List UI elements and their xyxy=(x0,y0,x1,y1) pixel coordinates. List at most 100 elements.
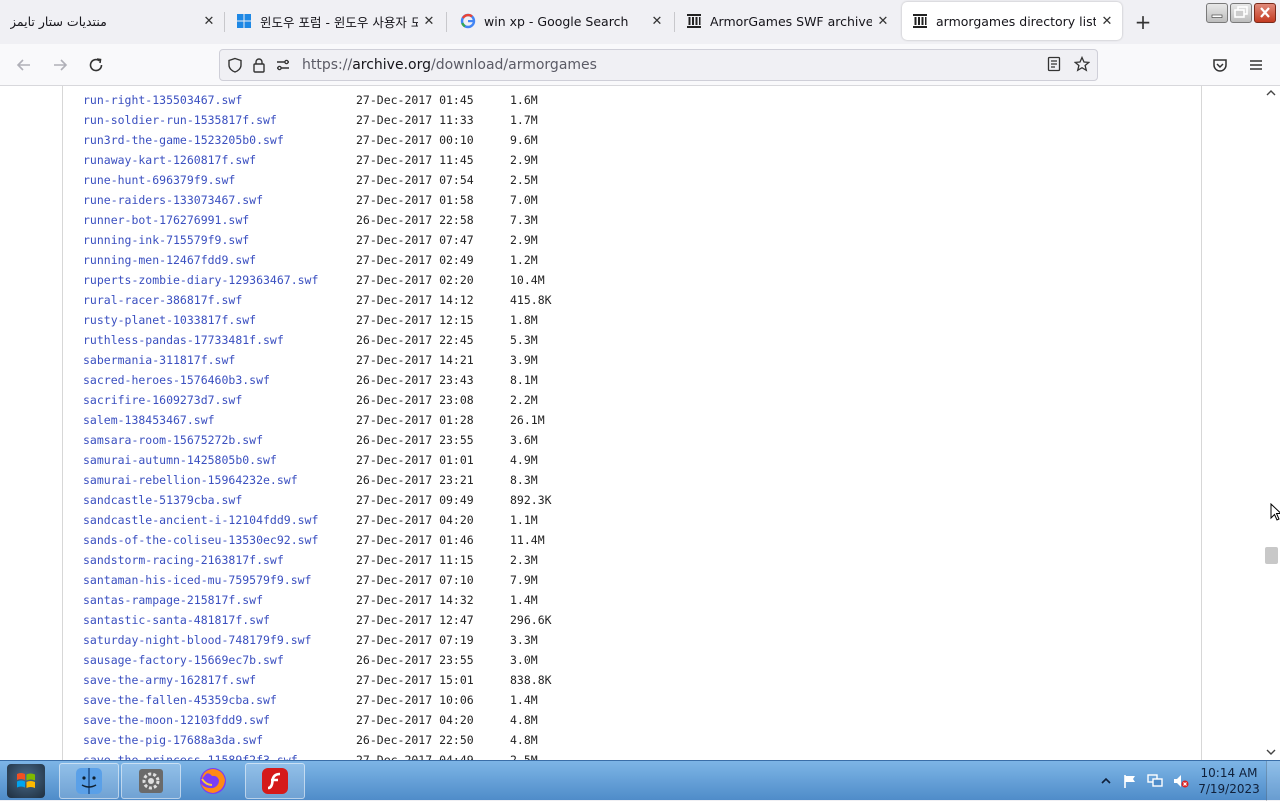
archive-org-icon xyxy=(686,13,702,29)
file-link[interactable]: running-men-12467fdd9.swf xyxy=(83,250,256,270)
file-date: 27-Dec-2017 01:58 xyxy=(356,193,474,207)
taskbar-firefox[interactable] xyxy=(183,763,243,799)
pocket-button[interactable] xyxy=(1208,53,1232,77)
tab-star-times[interactable]: منتديات ستار تايمز ✕ xyxy=(0,2,224,40)
tab-separator xyxy=(446,12,447,32)
permissions-icon[interactable] xyxy=(274,56,292,74)
file-link[interactable]: samsara-room-15675272b.swf xyxy=(83,430,263,450)
file-link[interactable]: save-the-army-162817f.swf xyxy=(83,670,256,690)
back-button[interactable] xyxy=(12,53,36,77)
file-size: 2.9M xyxy=(510,233,538,247)
file-link[interactable]: saturday-night-blood-748179f9.swf xyxy=(83,630,311,650)
vertical-scrollbar[interactable] xyxy=(1262,86,1280,760)
chevron-up-icon[interactable] xyxy=(1100,775,1112,787)
file-link[interactable]: running-ink-715579f9.swf xyxy=(83,230,249,250)
file-link[interactable]: sacrifire-1609273d7.swf xyxy=(83,390,242,410)
scroll-down-icon[interactable] xyxy=(1266,747,1276,757)
file-date: 26-Dec-2017 22:50 xyxy=(356,733,474,747)
arrow-left-icon xyxy=(16,59,30,71)
taskbar-control-panel[interactable] xyxy=(121,763,181,799)
file-size: 11.4M xyxy=(510,533,545,547)
file-date: 27-Dec-2017 01:45 xyxy=(356,93,474,107)
network-icon[interactable] xyxy=(1146,773,1164,789)
file-date: 27-Dec-2017 11:33 xyxy=(356,113,474,127)
taskbar-finder[interactable] xyxy=(59,763,119,799)
file-link[interactable]: save-the-moon-12103fdd9.swf xyxy=(83,710,270,730)
pocket-icon xyxy=(1213,59,1227,72)
file-link[interactable]: rural-racer-386817f.swf xyxy=(83,290,242,310)
url-text: https://archive.org/download/armorgames xyxy=(302,57,597,73)
restore-button[interactable] xyxy=(1230,3,1252,23)
file-link[interactable]: sacred-heroes-1576460b3.swf xyxy=(83,370,270,390)
file-date: 27-Dec-2017 00:10 xyxy=(356,133,474,147)
file-link[interactable]: sands-of-the-coliseu-13530ec92.swf xyxy=(83,530,318,550)
tab-directory-listing[interactable]: armorgames directory listing ✕ xyxy=(902,2,1122,40)
file-link[interactable]: salem-138453467.swf xyxy=(83,410,215,430)
file-link[interactable]: samurai-rebellion-15964232e.swf xyxy=(83,470,298,490)
file-size: 1.1M xyxy=(510,513,538,527)
taskbar-flash-player[interactable] xyxy=(245,763,305,799)
file-link[interactable]: santas-rampage-215817f.swf xyxy=(83,590,263,610)
file-link[interactable]: ruthless-pandas-17733481f.swf xyxy=(83,330,284,350)
file-link[interactable]: run-right-135503467.swf xyxy=(83,90,242,110)
close-window-button[interactable] xyxy=(1254,3,1276,23)
file-size: 4.9M xyxy=(510,453,538,467)
file-date: 27-Dec-2017 04:20 xyxy=(356,513,474,527)
file-link[interactable]: santaman-his-iced-mu-759579f9.swf xyxy=(83,570,311,590)
tab-google-search[interactable]: win xp - Google Search ✕ xyxy=(450,2,672,40)
file-size: 1.8M xyxy=(510,313,538,327)
file-date: 26-Dec-2017 23:08 xyxy=(356,393,474,407)
file-size: 3.3M xyxy=(510,633,538,647)
bookmark-star-icon[interactable] xyxy=(1073,55,1092,74)
file-link[interactable]: run3rd-the-game-1523205b0.swf xyxy=(83,130,284,150)
scroll-up-icon[interactable] xyxy=(1266,88,1276,98)
tab-windows-forum[interactable]: 윈도우 포럼 - 윈도우 사용자 모임 ✕ xyxy=(226,2,444,40)
menu-button[interactable] xyxy=(1244,53,1268,77)
file-link[interactable]: save-the-fallen-45359cba.swf xyxy=(83,690,277,710)
close-icon[interactable]: ✕ xyxy=(872,10,894,32)
file-link[interactable]: runaway-kart-1260817f.swf xyxy=(83,150,256,170)
navigation-toolbar: https://archive.org/download/armorgames xyxy=(0,44,1280,86)
file-link[interactable]: sandcastle-51379cba.swf xyxy=(83,490,242,510)
start-button[interactable] xyxy=(7,764,45,798)
close-icon[interactable]: ✕ xyxy=(198,10,220,32)
file-size: 3.6M xyxy=(510,433,538,447)
file-link[interactable]: sausage-factory-15669ec7b.swf xyxy=(83,650,284,670)
file-link[interactable]: runner-bot-176276991.swf xyxy=(83,210,249,230)
tab-armorgames-archive[interactable]: ArmorGames SWF archive : Free ✕ xyxy=(676,2,898,40)
close-icon[interactable]: ✕ xyxy=(646,10,668,32)
file-date: 26-Dec-2017 22:45 xyxy=(356,333,474,347)
forward-button[interactable] xyxy=(48,53,72,77)
file-link[interactable]: sandcastle-ancient-i-12104fdd9.swf xyxy=(83,510,318,530)
file-link[interactable]: sandstorm-racing-2163817f.swf xyxy=(83,550,284,570)
address-bar[interactable]: https://archive.org/download/armorgames xyxy=(219,49,1098,81)
show-desktop-button[interactable] xyxy=(1266,761,1280,801)
volume-muted-icon[interactable] xyxy=(1172,773,1190,789)
file-link[interactable]: rune-raiders-133073467.swf xyxy=(83,190,263,210)
reload-button[interactable] xyxy=(84,53,108,77)
minimize-button[interactable] xyxy=(1206,3,1228,23)
file-link[interactable]: ruperts-zombie-diary-129363467.swf xyxy=(83,270,318,290)
taskbar-clock[interactable]: 10:14 AM 7/19/2023 xyxy=(1196,765,1262,797)
new-tab-button[interactable]: + xyxy=(1132,10,1154,34)
scroll-thumb[interactable] xyxy=(1265,547,1278,564)
action-center-flag-icon[interactable] xyxy=(1122,773,1138,789)
lock-icon[interactable] xyxy=(250,56,268,74)
mouse-cursor-icon xyxy=(1270,503,1280,521)
file-link[interactable]: rusty-planet-1033817f.swf xyxy=(83,310,256,330)
shield-icon[interactable] xyxy=(226,56,244,74)
file-link[interactable]: save-the-princess-11589f2f3.swf xyxy=(83,750,298,760)
file-link[interactable]: rune-hunt-696379f9.swf xyxy=(83,170,235,190)
file-link[interactable]: sabermania-311817f.swf xyxy=(83,350,235,370)
close-icon[interactable]: ✕ xyxy=(1096,10,1118,32)
file-link[interactable]: run-soldier-run-1535817f.swf xyxy=(83,110,277,130)
file-link[interactable]: samurai-autumn-1425805b0.swf xyxy=(83,450,277,470)
file-link[interactable]: santastic-santa-481817f.swf xyxy=(83,610,270,630)
system-tray xyxy=(1100,761,1190,801)
close-icon[interactable]: ✕ xyxy=(418,10,440,32)
file-link[interactable]: save-the-pig-17688a3da.swf xyxy=(83,730,263,750)
file-date: 27-Dec-2017 14:32 xyxy=(356,593,474,607)
file-size: 2.3M xyxy=(510,553,538,567)
reader-view-icon[interactable] xyxy=(1046,56,1064,74)
file-size: 2.9M xyxy=(510,153,538,167)
